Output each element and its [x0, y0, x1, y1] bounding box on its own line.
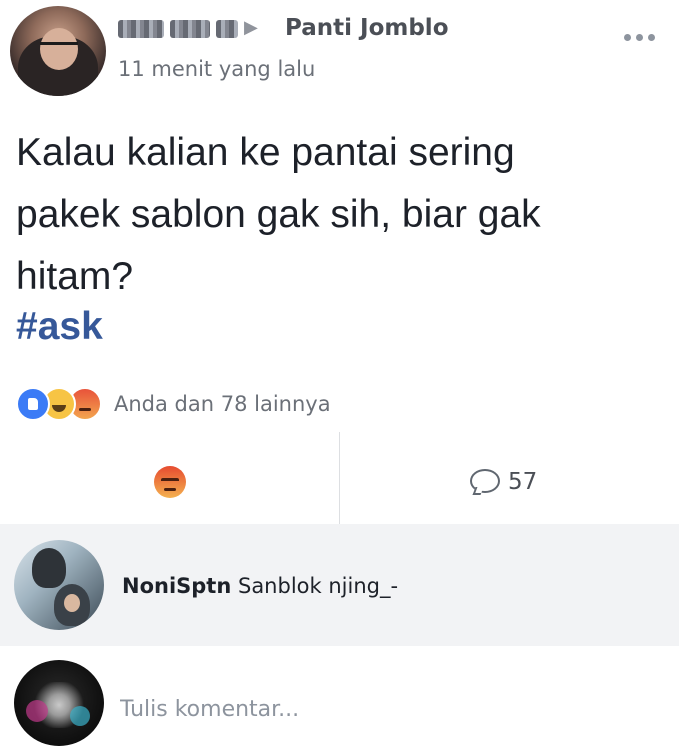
more-options-icon[interactable] [624, 30, 664, 44]
redaction-block [216, 20, 238, 38]
post-text-line: Kalau kalian ke pantai sering [16, 131, 515, 174]
comment-author-link[interactable]: NoniSptn [122, 574, 231, 598]
comment-content: NoniSptn Sanblok njing_- [122, 572, 398, 600]
author-name-redacted[interactable] [118, 18, 242, 40]
action-divider [339, 432, 340, 524]
avatar-color-shape [26, 700, 48, 722]
triangle-right-icon: ▶ [244, 17, 258, 38]
dot-icon [624, 33, 631, 41]
avatar-color-shape [70, 706, 90, 726]
post-timestamp[interactable]: 11 menit yang lalu [118, 56, 315, 82]
reactions-summary[interactable]: Anda dan 78 lainnya [16, 384, 331, 424]
author-avatar[interactable] [10, 6, 106, 96]
commenter-avatar[interactable] [14, 540, 104, 630]
reaction-summary-text: Anda dan 78 lainnya [114, 392, 331, 416]
redaction-block [118, 20, 164, 38]
avatar-figure-shape [32, 548, 66, 588]
angry-face-icon [154, 466, 186, 498]
comment-bubble-icon [470, 469, 500, 495]
post-body: Kalau kalian ke pantai sering pakek sabl… [16, 122, 656, 308]
avatar-glasses-shape [40, 42, 78, 53]
current-user-avatar [14, 660, 104, 746]
avatar-face-shape [64, 594, 80, 612]
action-bar: 57 [0, 432, 679, 525]
comment-body: Sanblok njing_- [237, 574, 399, 598]
comment-count: 57 [508, 469, 538, 495]
group-name-link[interactable]: Panti Jomblo [285, 13, 449, 43]
comment-button[interactable]: 57 [470, 462, 537, 502]
react-button[interactable] [148, 462, 192, 502]
hashtag-link[interactable]: #ask [16, 302, 103, 352]
post-text-line: pakek sablon gak sih, biar gak [16, 193, 541, 236]
post-header: ▶ Panti Jomblo 11 menit yang lalu [0, 0, 679, 100]
comment-input[interactable] [120, 692, 640, 726]
dot-icon [636, 33, 643, 41]
like-reaction-icon [16, 387, 50, 421]
post-text-line: hitam? [16, 255, 134, 298]
dot-icon [648, 33, 655, 41]
redaction-block [170, 20, 210, 38]
